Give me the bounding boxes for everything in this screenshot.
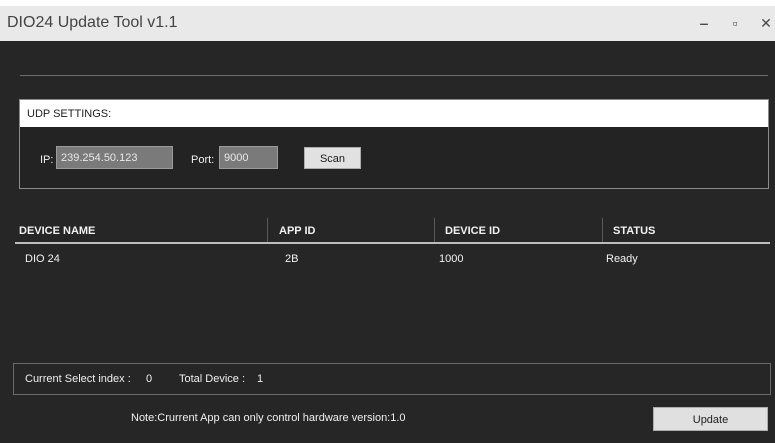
port-label: Port: bbox=[191, 154, 215, 166]
column-separator[interactable] bbox=[267, 218, 268, 242]
total-device-label: Total Device : bbox=[179, 373, 246, 385]
title-bar[interactable]: DIO24 Update Tool v1.1 ‒ ▫ ✕ bbox=[0, 6, 775, 41]
app-window: DIO24 Update Tool v1.1 ‒ ▫ ✕ UDP SETTING… bbox=[0, 6, 775, 443]
column-separator[interactable] bbox=[434, 218, 435, 242]
scan-button[interactable]: Scan bbox=[304, 147, 361, 169]
status-bar: Current Select index : 0 Total Device : … bbox=[13, 363, 771, 395]
table-row[interactable]: DIO 24 2B 1000 Ready bbox=[15, 250, 770, 270]
select-index-label: Current Select index : bbox=[25, 373, 131, 385]
divider bbox=[20, 75, 768, 76]
ip-input[interactable]: 239.254.50.123 bbox=[56, 146, 173, 169]
hardware-note: Note:Crurrent App can only control hardw… bbox=[131, 412, 406, 424]
device-table-header: DEVICE NAME APP ID DEVICE ID STATUS bbox=[15, 218, 770, 244]
column-header-status[interactable]: STATUS bbox=[613, 225, 655, 237]
column-header-device-name[interactable]: DEVICE NAME bbox=[19, 225, 95, 237]
column-header-device-id[interactable]: DEVICE ID bbox=[445, 225, 500, 237]
udp-settings-panel: UDP SETTINGS: IP: 239.254.50.123 Port: 9… bbox=[19, 99, 769, 189]
column-separator[interactable] bbox=[602, 218, 603, 242]
port-input[interactable]: 9000 bbox=[219, 146, 278, 169]
udp-settings-header: UDP SETTINGS: bbox=[20, 100, 768, 127]
close-icon[interactable]: ✕ bbox=[756, 13, 775, 33]
minimize-icon[interactable]: ‒ bbox=[694, 13, 714, 33]
total-device-value: 1 bbox=[257, 373, 264, 385]
select-index-value: 0 bbox=[146, 373, 153, 385]
ip-label: IP: bbox=[40, 154, 54, 166]
column-header-app-id[interactable]: APP ID bbox=[279, 225, 315, 237]
maximize-icon[interactable]: ▫ bbox=[725, 13, 745, 33]
cell-status: Ready bbox=[606, 253, 638, 265]
cell-device-name: DIO 24 bbox=[25, 253, 60, 265]
udp-settings-title: UDP SETTINGS: bbox=[27, 108, 112, 120]
window-title: DIO24 Update Tool v1.1 bbox=[7, 14, 178, 31]
update-button[interactable]: Update bbox=[653, 407, 768, 431]
cell-device-id: 1000 bbox=[439, 253, 464, 265]
cell-app-id: 2B bbox=[285, 253, 299, 265]
